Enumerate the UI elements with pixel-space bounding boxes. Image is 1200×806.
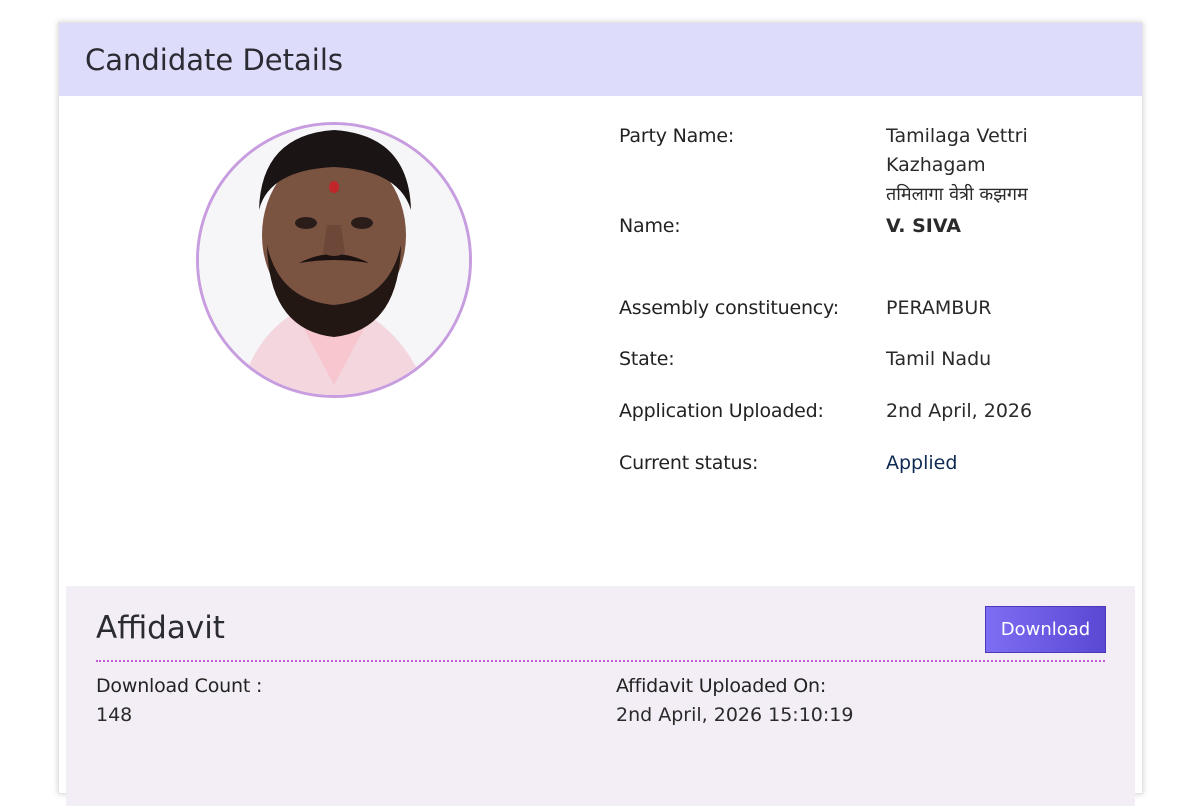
uploaded-on-label: Affidavit Uploaded On: [616, 675, 827, 697]
download-button[interactable]: Download [985, 606, 1106, 653]
candidate-photo-image [199, 125, 469, 395]
state-value: Tamil Nadu [886, 348, 992, 370]
page-title: Candidate Details [85, 42, 344, 77]
download-count-value: 148 [96, 704, 133, 726]
party-value-hindi: तमिलागा वेत्री कझगम [886, 184, 1028, 205]
name-label: Name: [619, 215, 681, 237]
status-label: Current status: [619, 452, 759, 474]
card-header: Candidate Details [59, 23, 1142, 96]
affidavit-divider [96, 660, 1105, 662]
party-value-line2: Kazhagam [886, 154, 986, 176]
party-value: Tamilaga Vettri Kazhagam तमिलागा वेत्री … [886, 122, 1086, 209]
status-value: Applied [886, 452, 958, 474]
uploaded-on-value: 2nd April, 2026 15:10:19 [616, 704, 854, 726]
state-label: State: [619, 348, 675, 370]
constituency-label: Assembly constituency: [619, 297, 839, 319]
candidate-photo [196, 122, 472, 398]
uploaded-label: Application Uploaded: [619, 400, 824, 422]
candidate-card: Candidate Details Party Name: Tamilaga V… [58, 22, 1143, 806]
constituency-value: PERAMBUR [886, 297, 992, 319]
uploaded-value: 2nd April, 2026 [886, 400, 1033, 422]
party-label: Party Name: [619, 125, 735, 147]
affidavit-title: Affidavit [96, 610, 225, 646]
download-count-label: Download Count : [96, 675, 263, 697]
party-value-line1: Tamilaga Vettri [886, 125, 1028, 147]
affidavit-section: Affidavit Download Download Count : 148 … [66, 586, 1135, 806]
name-value: V. SIVA [886, 215, 961, 237]
